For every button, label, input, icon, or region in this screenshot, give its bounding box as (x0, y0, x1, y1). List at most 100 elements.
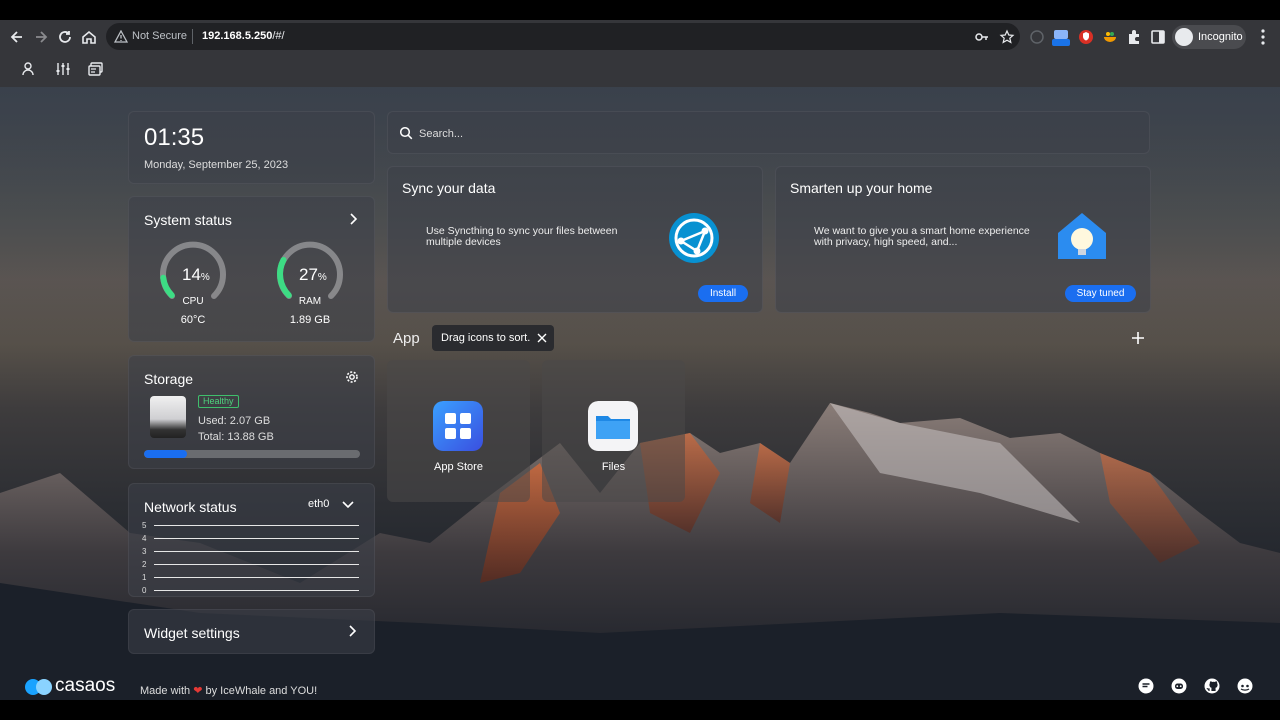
network-y-label: 0 (142, 586, 147, 595)
network-grid-line (154, 525, 359, 526)
address-bar[interactable]: Not Secure 192.168.5.250/#/ (106, 23, 1020, 50)
widget-settings-title: Widget settings (144, 625, 240, 641)
app-label: Files (601, 461, 626, 473)
gear-icon[interactable] (345, 370, 359, 384)
promo-description: We want to give you a smart home experie… (814, 225, 1030, 248)
sliders-icon[interactable] (55, 61, 71, 77)
warning-icon (114, 30, 128, 43)
storage-title: Storage (144, 371, 194, 387)
ram-value: 27% (299, 265, 327, 284)
extension-icon-1[interactable] (1028, 28, 1046, 46)
incognito-profile-button[interactable]: Incognito (1172, 25, 1246, 49)
network-status-title: Network status (144, 499, 237, 515)
incognito-label: Incognito (1198, 31, 1243, 43)
search-placeholder: Search... (419, 128, 464, 140)
letterbox-bottom (0, 700, 1280, 720)
user-icon[interactable] (21, 61, 37, 77)
storage-used: Used: 2.07 GB (198, 415, 271, 427)
syncthing-icon (669, 213, 719, 263)
extension-new-icon[interactable] (1052, 28, 1070, 46)
health-badge: Healthy (198, 395, 239, 408)
url-text[interactable]: 192.168.5.250/#/ (202, 30, 285, 42)
incognito-icon (1175, 28, 1193, 46)
ram-used: 1.89 GB (289, 314, 331, 326)
app-label: App Store (434, 461, 483, 473)
system-status-title: System status (144, 212, 232, 228)
network-y-label: 3 (142, 547, 147, 556)
network-y-label: 5 (142, 521, 147, 530)
casaos-dashboard: 01:35 Monday, September 25, 2023 System … (0, 53, 1280, 700)
disk-icon (150, 396, 186, 438)
browser-toolbar: Not Secure 192.168.5.250/#/ Incognito (0, 20, 1280, 53)
close-icon[interactable] (537, 333, 547, 343)
promo-title: Smarten up your home (790, 180, 933, 196)
cpu-value: 14% (182, 265, 210, 284)
security-label[interactable]: Not Secure (132, 30, 187, 42)
star-icon[interactable] (999, 29, 1015, 45)
add-app-icon[interactable] (1131, 331, 1145, 345)
home-icon[interactable] (79, 27, 99, 47)
promo-description: Use Syncthing to sync your files between… (426, 225, 618, 248)
search-input[interactable]: Search... (387, 111, 1150, 154)
browser-menu-icon[interactable] (1256, 28, 1270, 46)
widget-settings-button[interactable]: Widget settings (128, 609, 375, 654)
ram-label: RAM (298, 296, 322, 307)
search-icon (399, 126, 413, 140)
chevron-right-icon (349, 625, 357, 637)
casaos-topbar (0, 53, 1280, 87)
apps-section-title: App (393, 330, 420, 347)
reload-icon[interactable] (55, 27, 75, 47)
letterbox-top (0, 0, 1280, 20)
cpu-label: CPU (182, 296, 204, 307)
discord-icon[interactable] (1171, 678, 1187, 694)
files-folder-icon (588, 401, 638, 451)
network-y-label: 4 (142, 534, 147, 543)
extension-bowl-icon[interactable] (1101, 28, 1119, 46)
casaos-logo: casaos (24, 675, 129, 696)
extensions-puzzle-icon[interactable] (1125, 28, 1143, 46)
storage-total: Total: 13.88 GB (198, 431, 274, 443)
storage-progress (144, 450, 360, 458)
drag-hint-tooltip: Drag icons to sort. (432, 325, 554, 351)
clock-widget: 01:35 Monday, September 25, 2023 (128, 111, 375, 184)
install-button[interactable]: Install (698, 285, 748, 302)
app-tile-app-store[interactable]: App Store (387, 360, 530, 502)
clock-time: 01:35 (144, 124, 205, 151)
network-status-widget: Network status eth0 5 4 3 2 1 0 (128, 483, 375, 597)
extension-shield-icon[interactable] (1077, 28, 1095, 46)
terminal-icon[interactable] (88, 61, 104, 77)
footer-credit: Made with ❤ by IceWhale and YOU! (140, 685, 318, 697)
back-icon[interactable] (7, 27, 27, 47)
forum-icon[interactable] (1138, 678, 1154, 694)
promo-card-smart-home: Smarten up your home We want to give you… (775, 166, 1151, 313)
smart-home-icon (1058, 213, 1106, 259)
promo-card-sync: Sync your data Use Syncthing to sync you… (387, 166, 763, 313)
divider (192, 29, 193, 44)
chevron-down-icon[interactable] (341, 498, 355, 512)
network-grid-line (154, 590, 359, 591)
network-y-label: 2 (142, 560, 147, 569)
key-icon[interactable] (974, 29, 990, 45)
heart-icon: ❤ (193, 685, 203, 697)
community-icon[interactable] (1237, 678, 1253, 694)
stay-tuned-button[interactable]: Stay tuned (1065, 285, 1136, 302)
network-grid-line (154, 551, 359, 552)
network-interface-select[interactable]: eth0 (308, 498, 329, 510)
storage-progress-fill (144, 450, 188, 458)
chevron-right-icon[interactable] (346, 212, 360, 226)
app-store-icon (433, 401, 483, 451)
forward-icon[interactable] (31, 27, 51, 47)
system-status-widget: System status 14% CPU 60°C 27% RAM 1.89 … (128, 196, 375, 342)
network-grid-line (154, 564, 359, 565)
clock-date: Monday, September 25, 2023 (144, 159, 289, 171)
drag-hint-text: Drag icons to sort. (441, 332, 531, 344)
network-y-label: 1 (142, 573, 147, 582)
network-grid-line (154, 538, 359, 539)
cpu-temp: 60°C (180, 314, 206, 326)
side-panel-icon[interactable] (1149, 28, 1167, 46)
promo-title: Sync your data (402, 180, 496, 196)
github-icon[interactable] (1204, 678, 1220, 694)
app-tile-files[interactable]: Files (542, 360, 685, 502)
network-grid-line (154, 577, 359, 578)
storage-widget: Storage Healthy Used: 2.07 GB Total: 13.… (128, 355, 375, 469)
